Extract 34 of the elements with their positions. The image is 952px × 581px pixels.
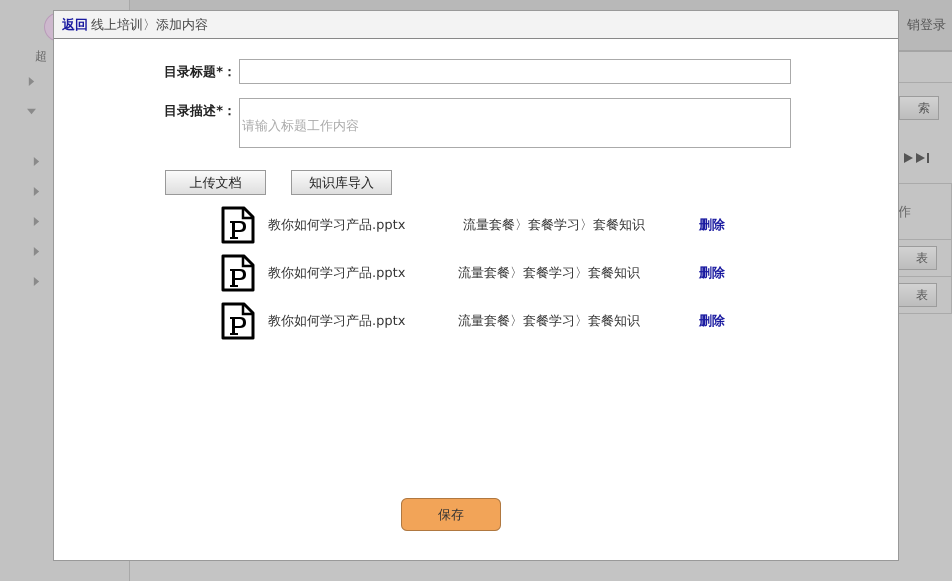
file-name: 教你如何学习产品.pptx xyxy=(268,312,406,330)
file-path: 流量套餐〉套餐学习〉套餐知识 xyxy=(458,312,641,330)
delete-link[interactable]: 删除 xyxy=(699,264,725,282)
delete-link[interactable]: 删除 xyxy=(699,216,725,234)
field-label: 目录标题*： xyxy=(163,64,236,81)
report-button[interactable]: 表 xyxy=(898,246,937,270)
report-button[interactable]: 表 xyxy=(898,283,937,307)
expand-arrow-icon[interactable] xyxy=(32,216,41,226)
file-name: 教你如何学习产品.pptx xyxy=(268,264,406,282)
file-path: 流量套餐〉套餐学习〉套餐知识 xyxy=(458,264,641,282)
expand-arrow-icon[interactable] xyxy=(32,156,41,166)
search-button[interactable]: 索 xyxy=(899,96,939,120)
expand-arrow-icon[interactable] xyxy=(27,76,36,86)
file-path: 流量套餐〉套餐学习〉套餐知识 xyxy=(462,216,646,234)
expand-arrow-icon[interactable] xyxy=(27,106,36,116)
file-name: 教你如何学习产品.pptx xyxy=(268,216,406,234)
logout-button[interactable]: 销登录 xyxy=(907,16,952,34)
table-header: 作 xyxy=(898,204,911,220)
document-icon xyxy=(221,206,255,244)
description-field[interactable]: 请输入标题工作内容 xyxy=(239,98,791,148)
upload-button[interactable]: 上传文档 xyxy=(165,170,266,195)
expand-arrow-icon[interactable] xyxy=(32,276,41,286)
import-button[interactable]: 知识库导入 xyxy=(291,170,392,195)
expand-arrow-icon[interactable] xyxy=(32,246,41,256)
field-label: 目录描述*： xyxy=(163,103,236,120)
document-icon xyxy=(221,254,255,292)
user-label: 超 xyxy=(35,49,47,63)
document-icon xyxy=(221,302,255,340)
expand-arrow-icon[interactable] xyxy=(32,186,41,196)
title-input[interactable] xyxy=(239,59,791,84)
breadcrumb: 线上培训〉添加内容 xyxy=(91,16,208,34)
back-link[interactable]: 返回 xyxy=(62,16,88,34)
save-button[interactable]: 保存 xyxy=(401,498,501,531)
delete-link[interactable]: 删除 xyxy=(699,312,725,330)
